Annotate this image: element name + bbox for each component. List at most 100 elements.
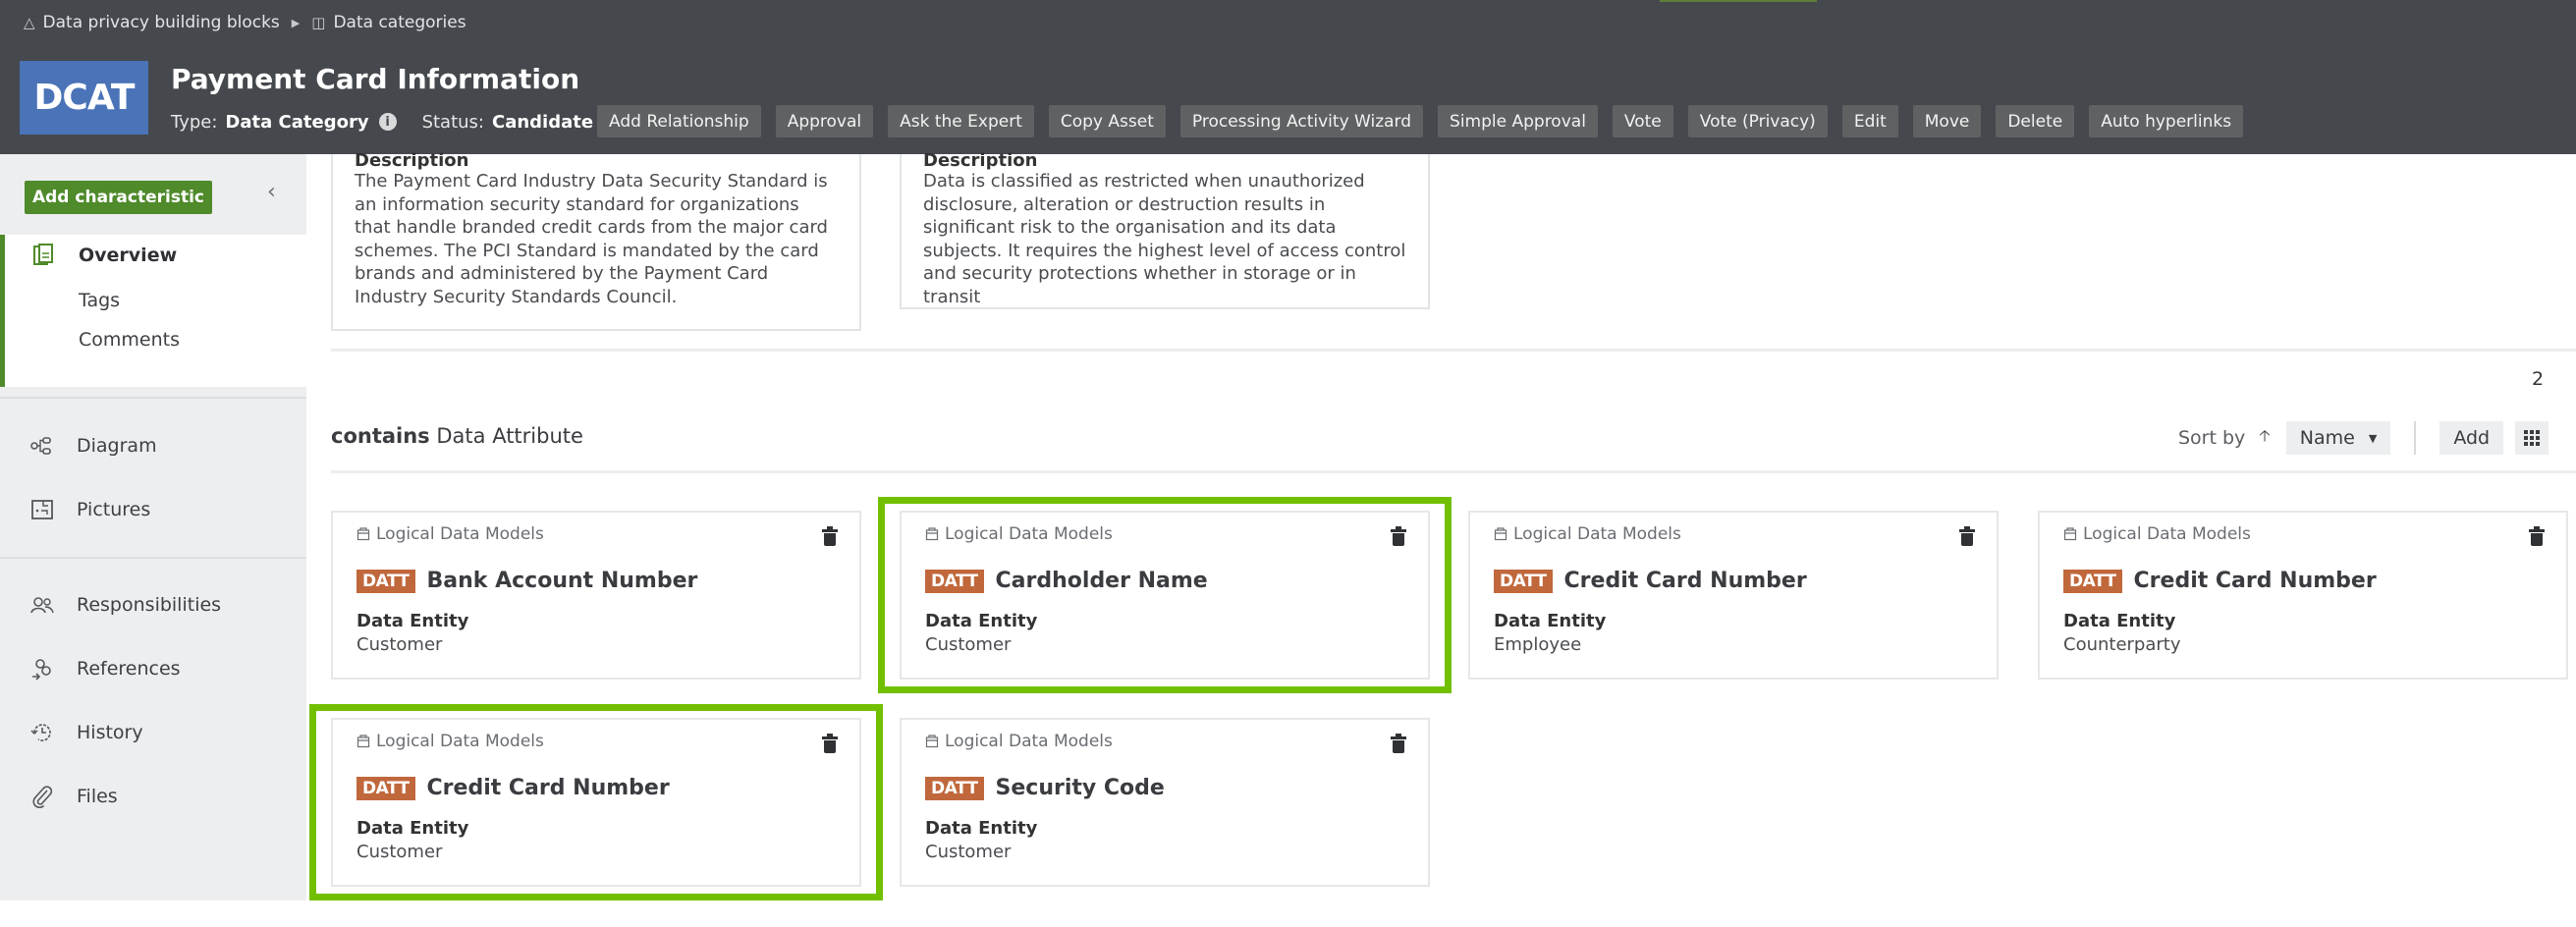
asset-name[interactable]: Security Code	[996, 776, 1165, 800]
data-attribute-card[interactable]: Logical Data Models DATT Bank Account Nu…	[331, 511, 861, 680]
domain-icon	[356, 735, 370, 748]
domain-icon	[2063, 527, 2077, 541]
main-content: Description The Payment Card Industry Da…	[306, 150, 2576, 927]
entity-value[interactable]: Customer	[356, 634, 442, 655]
datt-badge: DATT	[1494, 569, 1553, 593]
domain-label[interactable]: Logical Data Models	[925, 732, 1113, 751]
entity-value[interactable]: Customer	[356, 842, 442, 862]
references-icon	[29, 656, 55, 682]
copy-asset-button[interactable]: Copy Asset	[1048, 105, 1166, 137]
toolbar-divider	[2414, 421, 2417, 455]
entity-label: Data Entity	[356, 611, 469, 631]
entity-value[interactable]: Employee	[1494, 634, 1581, 655]
grid-view-icon[interactable]	[2515, 421, 2549, 455]
page-title: Payment Card Information	[171, 63, 580, 95]
data-attribute-card[interactable]: Logical Data Models DATT Cardholder Name…	[900, 511, 1430, 680]
asset-name[interactable]: Credit Card Number	[427, 776, 670, 800]
delete-button[interactable]: Delete	[1996, 105, 2075, 137]
domain-label[interactable]: Logical Data Models	[1494, 524, 1681, 544]
simple-approval-button[interactable]: Simple Approval	[1438, 105, 1598, 137]
people-icon	[29, 592, 55, 618]
breadcrumb-item[interactable]: Data categories	[333, 13, 466, 32]
section-divider	[331, 470, 2576, 473]
description-text: The Payment Card Industry Data Security …	[355, 171, 828, 307]
edit-button[interactable]: Edit	[1841, 105, 1898, 137]
description-heading: Description	[355, 150, 469, 171]
trash-icon[interactable]	[1959, 526, 1975, 546]
auto-hyperlinks-button[interactable]: Auto hyperlinks	[2089, 105, 2244, 137]
sidebar-divider	[0, 557, 306, 559]
asset-name-row: DATT Bank Account Number	[356, 569, 697, 593]
type-label: Type:	[171, 111, 218, 133]
vote-button[interactable]: Vote	[1612, 105, 1673, 137]
section-divider	[331, 349, 2576, 352]
chevron-left-icon[interactable]: ‹	[267, 180, 276, 204]
data-attribute-card[interactable]: Logical Data Models DATT Security Code D…	[900, 718, 1430, 887]
data-attribute-card[interactable]: Logical Data Models DATT Credit Card Num…	[331, 718, 861, 887]
status-value: Candidate	[491, 111, 594, 133]
action-toolbar: Add Relationship Approval Ask the Expert…	[597, 105, 2244, 137]
asset-name[interactable]: Bank Account Number	[427, 569, 698, 593]
data-attribute-card[interactable]: Logical Data Models DATT Credit Card Num…	[1468, 511, 1999, 680]
relation-section-title: contains Data Attribute	[331, 424, 583, 448]
sort-field-value: Name	[2299, 427, 2355, 449]
sort-field-select[interactable]: Name ▼	[2285, 421, 2391, 455]
description-card: Description The Payment Card Industry Da…	[331, 150, 861, 331]
asset-name[interactable]: Credit Card Number	[1564, 569, 1807, 593]
domain-icon	[1494, 527, 1507, 541]
header-accent-line	[1660, 0, 1817, 2]
datt-badge: DATT	[925, 569, 984, 593]
entity-value[interactable]: Customer	[925, 634, 1011, 655]
asset-name-row: DATT Credit Card Number	[2063, 569, 2377, 593]
trash-icon[interactable]	[2529, 526, 2545, 546]
domain-icon	[356, 527, 370, 541]
move-button[interactable]: Move	[1912, 105, 1982, 137]
add-characteristic-button[interactable]: Add characteristic	[25, 181, 212, 214]
processing-activity-wizard-button[interactable]: Processing Activity Wizard	[1179, 105, 1424, 137]
trash-icon[interactable]	[822, 526, 838, 546]
breadcrumb-separator-icon: ▶	[291, 16, 301, 29]
sort-ascending-icon[interactable]: 🡡	[2259, 425, 2271, 452]
description-text: Data is classified as restricted when un…	[923, 171, 1406, 307]
data-attribute-card[interactable]: Logical Data Models DATT Credit Card Num…	[2038, 511, 2568, 680]
relation-target: Data Attribute	[436, 424, 583, 448]
ask-the-expert-button[interactable]: Ask the Expert	[888, 105, 1034, 137]
domain-label[interactable]: Logical Data Models	[356, 732, 544, 751]
add-relationship-button[interactable]: Add Relationship	[597, 105, 761, 137]
diagram-icon	[29, 433, 55, 459]
entity-label: Data Entity	[2063, 611, 2176, 631]
entity-value[interactable]: Counterparty	[2063, 634, 2181, 655]
trash-icon[interactable]	[822, 734, 838, 753]
asset-name-row: DATT Cardholder Name	[925, 569, 1208, 593]
description-heading: Description	[923, 150, 1038, 171]
asset-name-row: DATT Credit Card Number	[1494, 569, 1807, 593]
datt-badge: DATT	[2063, 569, 2122, 593]
building-blocks-icon: △	[24, 14, 35, 31]
add-relation-button[interactable]: Add	[2439, 421, 2504, 455]
datt-badge: DATT	[356, 569, 415, 593]
entity-label: Data Entity	[925, 611, 1038, 631]
asset-header: △ Data privacy building blocks ▶ ◫ Data …	[0, 0, 2576, 154]
trash-icon[interactable]	[1391, 526, 1406, 546]
entity-value[interactable]: Customer	[925, 842, 1011, 862]
description-card: Description Data is classified as restri…	[900, 150, 1430, 309]
domain-icon	[925, 527, 939, 541]
asset-type-badge: DCAT	[20, 61, 148, 135]
sort-toolbar: Sort by 🡡 Name ▼ Add	[2178, 421, 2549, 455]
info-icon[interactable]: i	[378, 113, 397, 131]
entity-label: Data Entity	[1494, 611, 1607, 631]
entity-label: Data Entity	[925, 818, 1038, 839]
asset-name[interactable]: Cardholder Name	[996, 569, 1208, 593]
domain-label[interactable]: Logical Data Models	[2063, 524, 2251, 544]
datt-badge: DATT	[925, 776, 984, 800]
asset-name-row: DATT Security Code	[925, 776, 1165, 800]
domain-label[interactable]: Logical Data Models	[925, 524, 1113, 544]
asset-meta: Type: Data Category i Status: Candidate	[171, 106, 593, 137]
asset-name[interactable]: Credit Card Number	[2134, 569, 2377, 593]
domain-label[interactable]: Logical Data Models	[356, 524, 544, 544]
trash-icon[interactable]	[1391, 734, 1406, 753]
approval-button[interactable]: Approval	[775, 105, 874, 137]
breadcrumb-item[interactable]: Data privacy building blocks	[43, 13, 280, 32]
relation-type: contains	[331, 424, 430, 448]
vote-privacy-button[interactable]: Vote (Privacy)	[1687, 105, 1828, 137]
